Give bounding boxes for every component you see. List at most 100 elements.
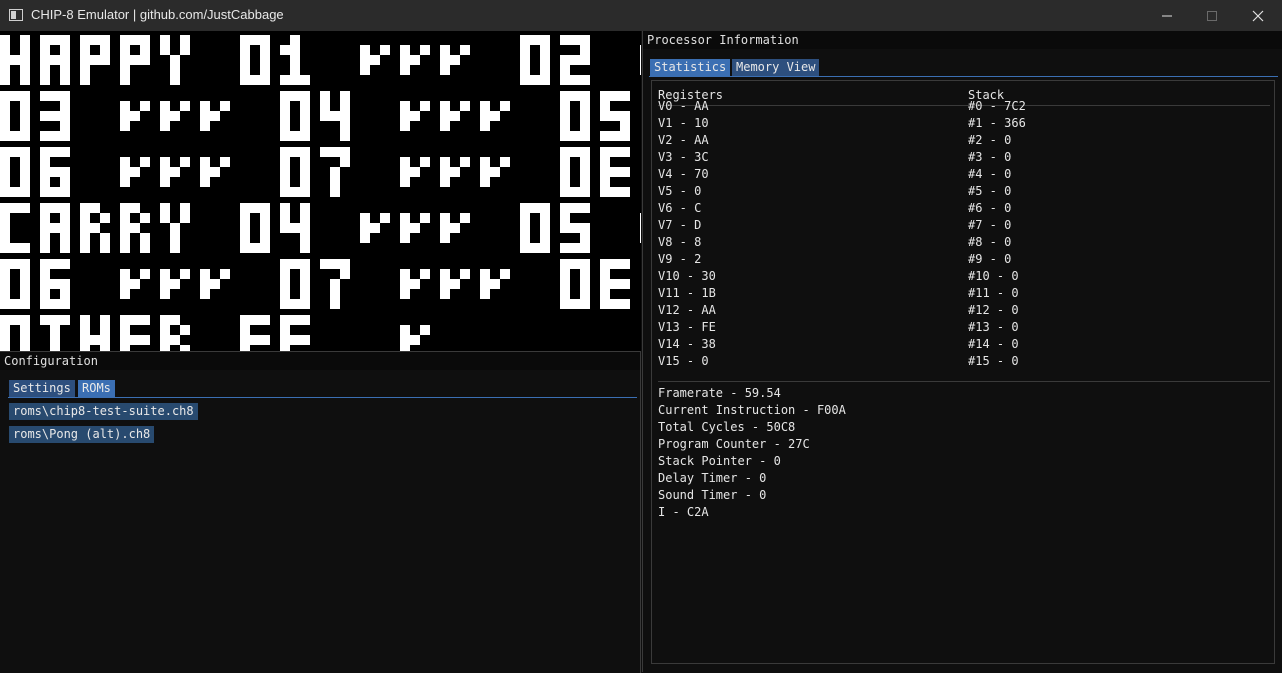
display-pixel [160,279,170,289]
display-pixel [120,203,130,213]
display-pixel [0,111,10,121]
display-pixel [450,111,460,121]
stack-row: #10 - 0 [968,269,1019,283]
display-pixel [580,203,590,213]
display-pixel [140,233,150,243]
display-pixel [400,335,410,345]
display-pixel [300,187,310,197]
title-bar[interactable]: CHIP-8 Emulator | github.com/JustCabbage [0,0,1282,31]
tab-statistics[interactable]: Statistics [650,59,731,76]
display-pixel [560,131,570,141]
display-pixel [20,289,30,299]
minimize-button[interactable] [1144,0,1190,31]
display-pixel [240,335,250,345]
display-pixel [570,223,580,233]
display-pixel [0,279,10,289]
display-pixel [80,213,90,223]
rom-item[interactable]: roms\chip8-test-suite.ch8 [9,403,198,420]
tab-settings[interactable]: Settings [9,380,75,397]
display-pixel [320,147,330,157]
display-pixel [80,45,90,55]
tab-roms[interactable]: ROMs [78,380,115,397]
display-pixel [80,65,90,75]
display-pixel [570,55,580,65]
display-pixel [160,177,170,187]
processor-panel: Processor Information Statistics Memory … [642,31,1282,672]
display-pixel [620,147,630,157]
display-pixel [0,101,10,111]
display-pixel [420,213,430,223]
display-pixel [20,167,30,177]
display-pixel [620,259,630,269]
display-pixel [330,289,340,299]
display-pixel [240,75,250,85]
display-pixel [290,45,300,55]
display-pixel [120,101,130,111]
display-pixel [100,213,110,223]
display-pixel [130,279,140,289]
display-pixel [440,269,450,279]
display-pixel [260,213,270,223]
display-pixel [200,121,210,131]
display-pixel [160,269,170,279]
display-pixel [370,55,380,65]
display-pixel [440,279,450,289]
display-pixel [520,243,530,253]
display-pixel [580,157,590,167]
display-pixel [240,243,250,253]
display-pixel [410,55,420,65]
display-pixel [570,243,580,253]
close-button[interactable] [1235,0,1281,31]
display-pixel [170,335,180,345]
display-pixel [20,269,30,279]
display-pixel [220,269,230,279]
display-pixel [260,243,270,253]
rom-item[interactable]: roms\Pong (alt).ch8 [9,426,155,443]
display-pixel [280,289,290,299]
display-pixel [160,213,170,223]
display-pixel [120,45,130,55]
display-pixel [120,233,130,243]
register-row: V12 - AA [658,303,716,317]
display-pixel [580,147,590,157]
display-pixel [50,167,60,177]
display-pixel [540,243,550,253]
display-pixel [280,147,290,157]
display-pixel [290,65,300,75]
display-pixel [0,121,10,131]
display-pixel [360,213,370,223]
maximize-button[interactable] [1189,0,1235,31]
display-pixel [60,299,70,309]
display-pixel [50,91,60,101]
display-pixel [640,213,641,223]
display-pixel [240,203,250,213]
display-pixel [40,167,50,177]
display-pixel [400,65,410,75]
display-pixel [440,223,450,233]
display-pixel [260,223,270,233]
display-pixel [300,335,310,345]
stack-row: #14 - 0 [968,337,1019,351]
stack-row: #0 - 7C2 [968,99,1026,113]
display-pixel [320,111,330,121]
display-pixel [580,101,590,111]
display-pixel [580,75,590,85]
display-pixel [170,75,180,85]
display-pixel [410,223,420,233]
display-pixel [580,269,590,279]
display-pixel [440,121,450,131]
display-pixel [120,213,130,223]
display-pixel [560,35,570,45]
close-icon [1252,10,1264,21]
display-pixel [0,213,10,223]
cpu-info-row: Stack Pointer - 0 [658,454,781,468]
display-pixel [40,131,50,141]
display-pixel [60,223,70,233]
display-pixel [620,131,630,141]
display-pixel [400,157,410,167]
display-pixel [240,325,250,335]
display-pixel [100,335,110,345]
display-pixel [360,55,370,65]
minimize-icon [1162,15,1172,16]
tab-memory-view[interactable]: Memory View [732,59,820,76]
